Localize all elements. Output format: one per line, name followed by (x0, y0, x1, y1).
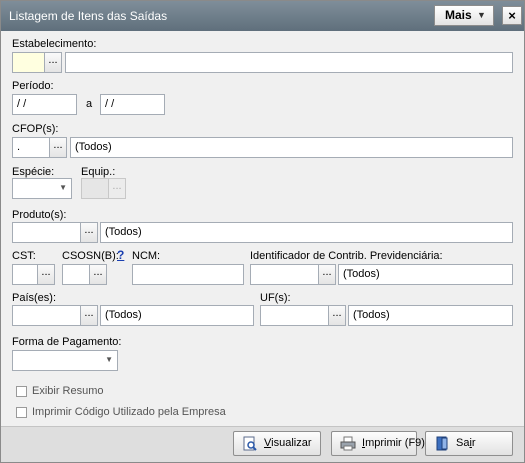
title-bar: Listagem de Itens das Saídas Mais ▼ × (1, 1, 524, 31)
produto-label: Produto(s): (12, 209, 67, 221)
sair-button[interactable]: Sair (425, 431, 513, 456)
csosn-lookup-button[interactable]: ... (89, 264, 107, 285)
sair-label-start: Sa (456, 437, 470, 449)
csosn-label: CSOSN(B): (62, 250, 119, 262)
contrib-label: Identificador de Contrib. Previdenciária… (250, 250, 443, 262)
forma-pagamento-label: Forma de Pagamento: (12, 336, 122, 348)
contrib-description-field[interactable]: (Todos) (338, 264, 513, 285)
cfop-code-input[interactable]: . (12, 137, 50, 158)
paises-description-field[interactable]: (Todos) (100, 305, 254, 326)
csosn-input[interactable] (62, 264, 90, 285)
visualizar-button[interactable]: Visualizar (233, 431, 321, 456)
equip-label: Equip.: (81, 166, 116, 178)
cst-input[interactable] (12, 264, 38, 285)
paises-label: País(es): (12, 292, 57, 304)
csosn-help-link[interactable]: ? (117, 248, 124, 262)
periodo-label: Período: (12, 80, 54, 92)
cfop-label: CFOP(s): (12, 123, 59, 135)
equip-input (81, 178, 109, 199)
paises-code-input[interactable] (12, 305, 81, 326)
ufs-lookup-button[interactable]: ... (328, 305, 346, 326)
button-bar: Visualizar Imprimir (F9) Sair (1, 426, 524, 462)
sair-label-end: r (471, 437, 476, 449)
printer-icon (340, 436, 356, 451)
ncm-label: NCM: (132, 250, 161, 262)
cfop-lookup-button[interactable]: ... (49, 137, 67, 158)
especie-label: Espécie: (12, 166, 55, 178)
cfop-description-field[interactable]: (Todos) (70, 137, 513, 158)
cst-lookup-button[interactable]: ... (37, 264, 55, 285)
ufs-label: UF(s): (260, 292, 291, 304)
chevron-down-icon: ▼ (105, 355, 113, 364)
close-button[interactable]: × (502, 6, 522, 25)
contrib-code-input[interactable] (250, 264, 319, 285)
chevron-down-icon: ▼ (477, 10, 486, 20)
produto-code-input[interactable] (12, 222, 81, 243)
especie-select[interactable]: ▼ (12, 178, 72, 199)
mais-label: Mais (445, 8, 472, 22)
ufs-description-field[interactable]: (Todos) (348, 305, 513, 326)
mais-button[interactable]: Mais ▼ (434, 5, 494, 26)
close-icon: × (508, 8, 516, 23)
estabelecimento-name-field[interactable] (65, 52, 513, 73)
chevron-down-icon: ▼ (59, 183, 67, 192)
estabelecimento-code-input[interactable] (12, 52, 45, 73)
preview-icon (243, 436, 257, 451)
imprimir-codigo-label: Imprimir Código Utilizado pela Empresa (32, 406, 226, 418)
produto-description-field[interactable]: (Todos) (100, 222, 513, 243)
ncm-input[interactable] (132, 264, 244, 285)
imprimir-button[interactable]: Imprimir (F9) (331, 431, 425, 456)
exibir-resumo-checkbox[interactable] (16, 386, 27, 397)
report-window: Listagem de Itens das Saídas Mais ▼ × Es… (0, 0, 525, 463)
imprimir-codigo-checkbox[interactable] (16, 407, 27, 418)
periodo-end-input[interactable]: / / (100, 94, 165, 115)
exit-door-icon (436, 436, 448, 451)
periodo-separator: a (86, 98, 93, 110)
contrib-lookup-button[interactable]: ... (318, 264, 336, 285)
imprimir-label: mprimir (F9) (365, 437, 425, 449)
periodo-start-input[interactable]: / / (12, 94, 77, 115)
window-title: Listagem de Itens das Saídas (9, 9, 168, 23)
visualizar-label: isualizar (271, 437, 312, 449)
paises-lookup-button[interactable]: ... (80, 305, 98, 326)
estabelecimento-label: Estabelecimento: (12, 38, 97, 50)
cst-label: CST: (12, 250, 36, 262)
estabelecimento-lookup-button[interactable]: ... (44, 52, 62, 73)
equip-lookup-button: ... (108, 178, 126, 199)
ufs-code-input[interactable] (260, 305, 329, 326)
produto-lookup-button[interactable]: ... (80, 222, 98, 243)
forma-pagamento-select[interactable]: ▼ (12, 350, 118, 371)
exibir-resumo-label: Exibir Resumo (32, 385, 104, 397)
